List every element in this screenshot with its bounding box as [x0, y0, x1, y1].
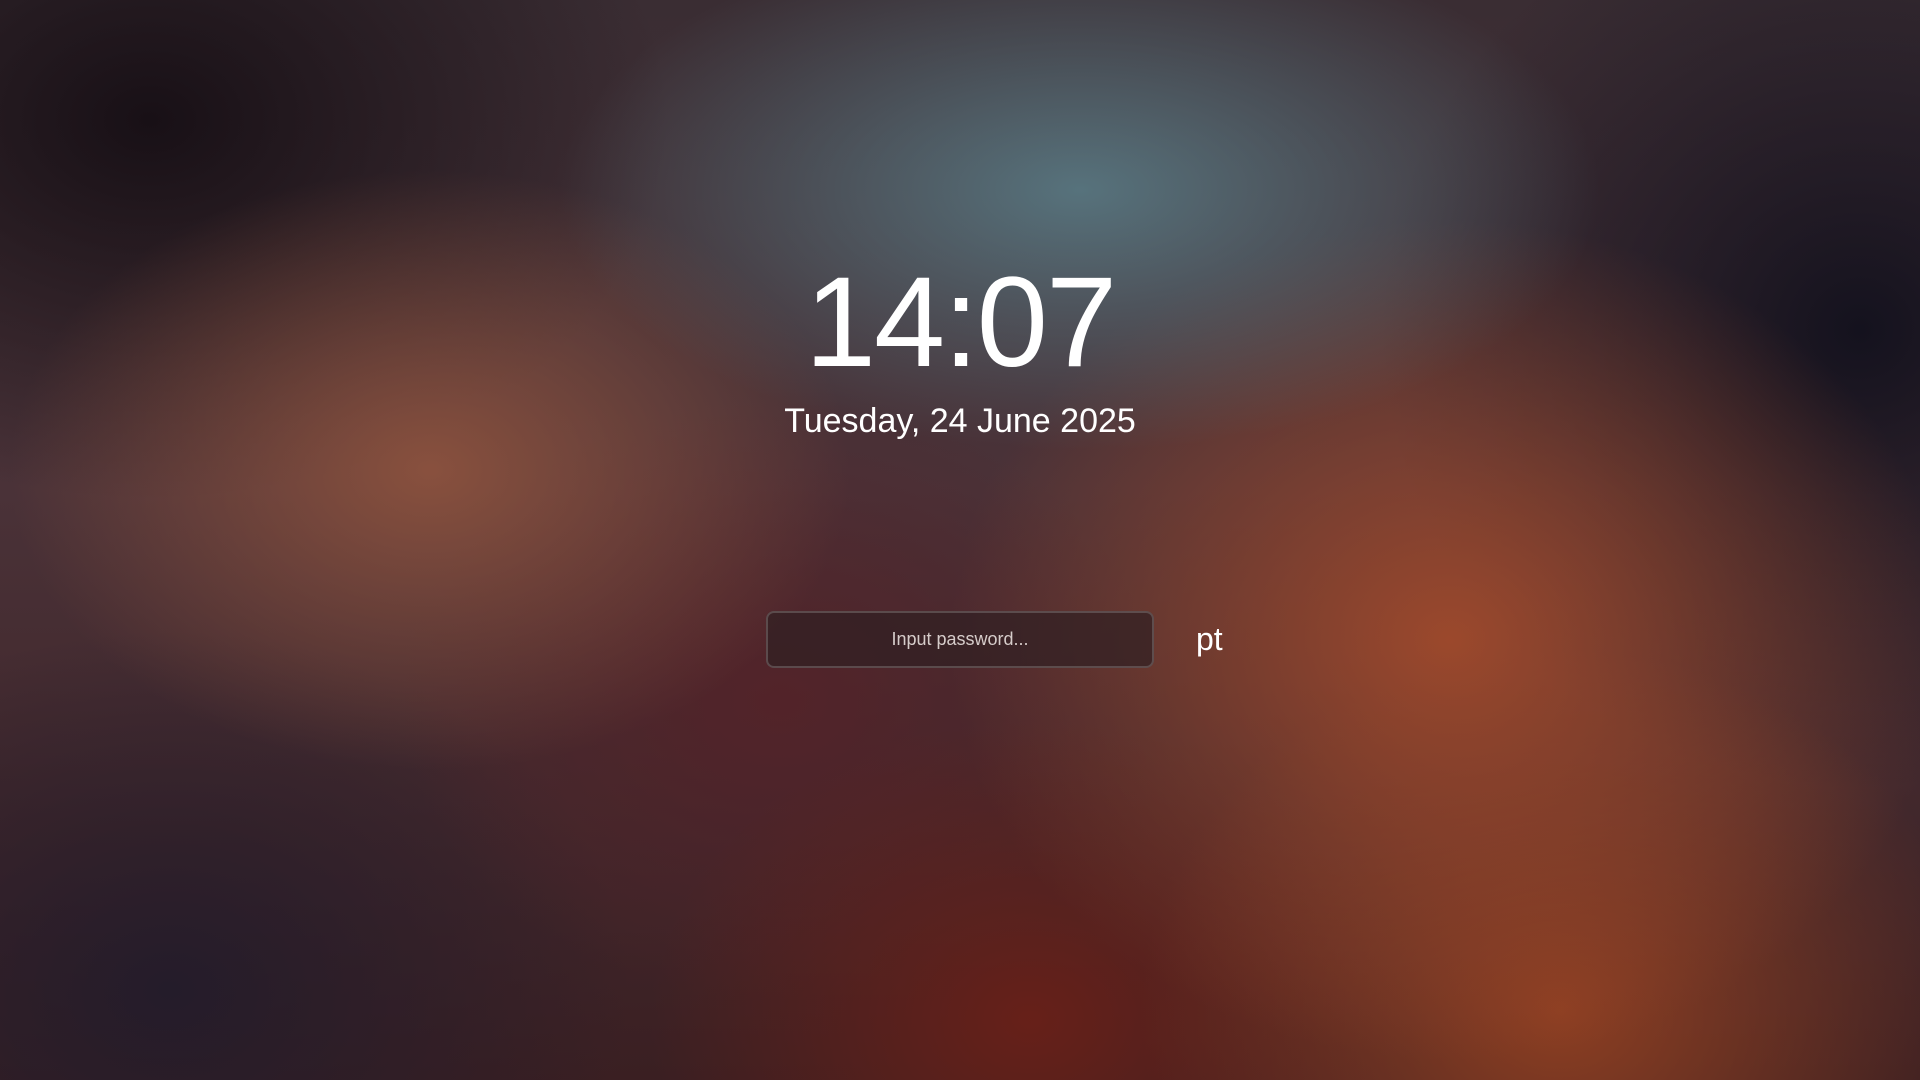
clock-date: Tuesday, 24 June 2025: [784, 402, 1136, 440]
lock-screen: 14:07 Tuesday, 24 June 2025 pt: [0, 0, 1920, 1080]
password-input[interactable]: [766, 611, 1154, 668]
keyboard-layout-indicator[interactable]: pt: [1196, 611, 1223, 668]
clock-time: 14:07: [804, 251, 1117, 394]
